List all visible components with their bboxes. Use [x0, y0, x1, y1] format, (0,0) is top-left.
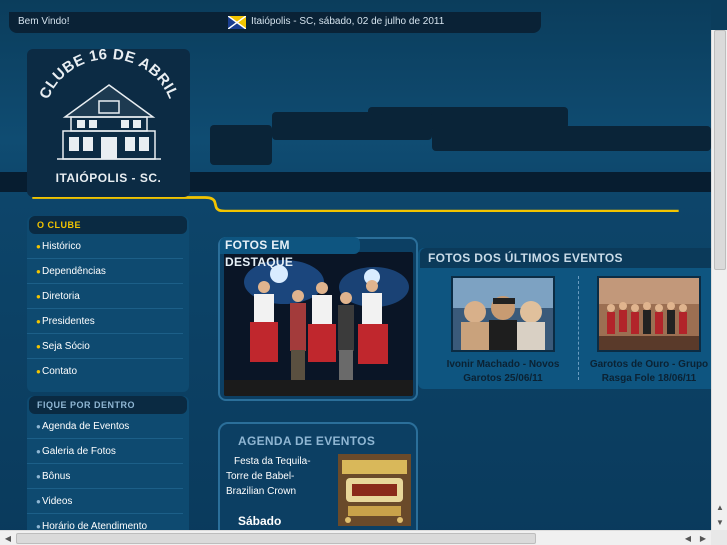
event-caption: Garotos de Ouro - Grupo Rasga Fole 18/06/…: [589, 359, 709, 384]
sidebar-item-contato[interactable]: ●Contato: [27, 359, 183, 384]
sidebar-item-presidentes[interactable]: ●Presidentes: [27, 309, 183, 334]
scrollbar-corner: [711, 530, 727, 545]
header-decor-block: [272, 112, 432, 140]
agenda-day: Sábado: [238, 514, 282, 528]
sidebar-item-label: Seja Sócio: [42, 341, 90, 352]
sidebar-item-videos[interactable]: ●Videos: [27, 489, 183, 514]
agenda-event-name[interactable]: Festa da Tequila- Torre de Babel- Brazil…: [226, 454, 334, 499]
header-decor-block: [432, 126, 711, 151]
sidebar-item-seja-socio[interactable]: ●Seja Sócio: [27, 334, 183, 359]
sidebar-item-label: Diretoria: [42, 291, 80, 302]
scroll-right-icon[interactable]: ▶: [695, 531, 711, 545]
sidebar-item-label: Dependências: [42, 266, 106, 277]
sidebar-item-label: Videos: [42, 496, 73, 507]
event-caption: Ivonir Machado - Novos Garotos 25/06/11: [446, 359, 560, 384]
sidebar-item-label: Contato: [42, 366, 78, 377]
sidebar-item-bonus[interactable]: ●Bônus: [27, 464, 183, 489]
event-photo[interactable]: [597, 276, 701, 352]
sidebar-clube: O CLUBE ●Histórico ●Dependências ●Direto…: [27, 216, 189, 392]
event-card[interactable]: Garotos de Ouro - Grupo Rasga Fole 18/06/…: [584, 276, 711, 386]
featured-photo[interactable]: [224, 252, 413, 396]
horizontal-scroll-thumb[interactable]: [16, 533, 536, 544]
events-agenda-panel: AGENDA DE EVENTOS Festa da Tequila- Torr…: [218, 422, 418, 530]
horizontal-scrollbar[interactable]: ◀ ◀ ▶: [0, 530, 711, 545]
sidebar-item-diretoria[interactable]: ●Diretoria: [27, 284, 183, 309]
date-text: Itaiópolis - SC, sábado, 02 de julho de …: [251, 16, 445, 27]
sidebar-item-agenda[interactable]: ●Agenda de Eventos: [27, 414, 183, 439]
vertical-scrollbar[interactable]: ▲ ▼: [711, 30, 727, 530]
sidebar-item-label: Presidentes: [42, 316, 95, 327]
flag-icon: [228, 16, 246, 29]
scroll-down-icon[interactable]: ▼: [712, 515, 727, 530]
sidebar-heading-fique: FIQUE POR DENTRO: [29, 396, 187, 414]
events-divider: [578, 276, 579, 380]
sidebar-fique: FIQUE POR DENTRO ●Agenda de Eventos ●Gal…: [27, 396, 189, 530]
sidebar-item-label: Histórico: [42, 241, 81, 252]
sidebar-item-horario[interactable]: ●Horário de Atendimento: [27, 514, 183, 530]
scroll-left-icon[interactable]: ◀: [680, 531, 696, 545]
scroll-up-icon[interactable]: ▲: [712, 500, 727, 515]
page-viewport: Bem Vindo! Itaiópolis - SC, sábado, 02 d…: [0, 0, 711, 530]
scroll-left-icon[interactable]: ◀: [0, 531, 16, 545]
sidebar-item-dependencias[interactable]: ●Dependências: [27, 259, 183, 284]
agenda-title: AGENDA DE EVENTOS: [238, 434, 376, 448]
club-logo[interactable]: CLUBE 16 DE ABRIL ITAIÓPOLIS - SC.: [27, 49, 190, 197]
top-bar: Bem Vindo! Itaiópolis - SC, sábado, 02 d…: [9, 12, 541, 33]
event-photo[interactable]: [451, 276, 555, 352]
sidebar-item-label: Bônus: [42, 471, 71, 482]
sidebar-item-label: Agenda de Eventos: [42, 421, 130, 432]
header-decor-block: [210, 125, 272, 165]
latest-events-title: FOTOS DOS ÚLTIMOS EVENTOS: [420, 248, 711, 268]
right-gutter: [711, 0, 727, 30]
sidebar-item-galeria[interactable]: ●Galeria de Fotos: [27, 439, 183, 464]
featured-photos-panel: FOTOS EM DESTAQUE: [218, 237, 418, 401]
agenda-event-poster[interactable]: [338, 454, 411, 526]
featured-photos-title: FOTOS EM DESTAQUE: [220, 237, 360, 269]
sidebar-item-label: Horário de Atendimento: [42, 521, 148, 530]
sidebar-item-historico[interactable]: ●Histórico: [27, 234, 183, 259]
sidebar-heading-clube: O CLUBE: [29, 216, 187, 234]
vertical-scroll-thumb[interactable]: [714, 30, 726, 270]
logo-city: ITAIÓPOLIS - SC.: [55, 171, 162, 185]
sidebar-item-label: Galeria de Fotos: [42, 446, 116, 457]
event-card[interactable]: Ivonir Machado - Novos Garotos 25/06/11: [438, 276, 568, 386]
welcome-text: Bem Vindo!: [18, 16, 70, 27]
latest-events-panel: FOTOS DOS ÚLTIMOS EVENTOS Ivonir Machado…: [418, 248, 711, 389]
